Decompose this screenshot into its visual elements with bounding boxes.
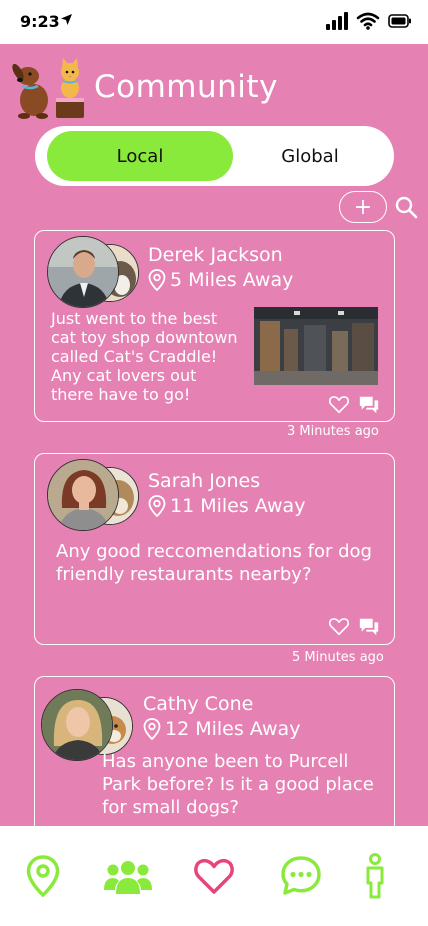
post-timestamp: 3 Minutes ago — [287, 424, 379, 439]
app-logo — [12, 58, 84, 119]
post-avatars — [47, 459, 143, 531]
comment-icon[interactable] — [358, 616, 380, 638]
post-card[interactable]: Derek Jackson 5 Miles Away Just went to … — [34, 230, 395, 422]
nav-map[interactable] — [22, 854, 64, 898]
add-post-button[interactable]: + — [339, 191, 387, 223]
map-pin-icon — [148, 495, 166, 517]
nav-messages[interactable] — [279, 854, 323, 898]
header: Community — [8, 54, 278, 120]
wifi-icon — [356, 12, 380, 30]
signal-icon — [326, 12, 348, 30]
author-name[interactable]: Cathy Cone — [143, 693, 253, 715]
post-timestamp: 5 Minutes ago — [292, 650, 384, 665]
search-icon[interactable] — [394, 195, 418, 219]
map-pin-icon — [148, 269, 166, 291]
nav-favorites[interactable] — [192, 854, 236, 898]
post-photo[interactable] — [254, 307, 378, 385]
status-bar: 9:23 — [0, 0, 428, 44]
heart-icon — [194, 858, 234, 894]
post-card[interactable]: Cathy Cone 12 Miles Away Has anyone been… — [34, 676, 395, 826]
page-title: Community — [94, 69, 278, 105]
chat-icon — [281, 856, 321, 895]
post-text: Has anyone been to Purcell Park before? … — [102, 751, 374, 818]
feed-scope-toggle: Local Global — [35, 126, 394, 186]
map-pin-icon — [143, 718, 161, 740]
status-icons — [326, 12, 412, 30]
post-text: Just went to the best cat toy shop downt… — [51, 309, 238, 404]
user-avatar[interactable] — [47, 459, 119, 531]
main-content: Community Local Global + Derek Jackson 5… — [0, 44, 428, 826]
person-icon — [366, 853, 384, 899]
post-avatars — [47, 236, 143, 308]
like-heart-icon[interactable] — [328, 615, 350, 637]
post-card[interactable]: Sarah Jones 11 Miles Away Any good recco… — [34, 453, 395, 645]
nav-profile[interactable] — [360, 853, 390, 899]
comment-icon[interactable] — [358, 394, 380, 416]
post-distance: 12 Miles Away — [143, 718, 300, 740]
distance-label: 5 Miles Away — [170, 269, 294, 291]
post-distance: 5 Miles Away — [148, 269, 293, 291]
group-icon — [104, 861, 152, 894]
bottom-nav — [0, 826, 428, 926]
nav-community[interactable] — [104, 854, 152, 898]
battery-icon — [388, 14, 411, 28]
tab-global[interactable]: Global — [235, 131, 385, 181]
distance-label: 12 Miles Away — [165, 718, 301, 740]
location-arrow-icon — [61, 14, 72, 25]
post-distance: 11 Miles Away — [148, 495, 305, 517]
tab-local[interactable]: Local — [47, 131, 233, 181]
author-name[interactable]: Sarah Jones — [148, 470, 260, 492]
author-name[interactable]: Derek Jackson — [148, 244, 283, 266]
map-pin-icon — [26, 855, 60, 898]
user-avatar[interactable] — [47, 236, 119, 308]
post-text: Any good reccomendations for dog friendl… — [56, 541, 372, 585]
status-time: 9:23 — [20, 12, 60, 31]
distance-label: 11 Miles Away — [170, 495, 306, 517]
like-heart-icon[interactable] — [328, 393, 350, 415]
